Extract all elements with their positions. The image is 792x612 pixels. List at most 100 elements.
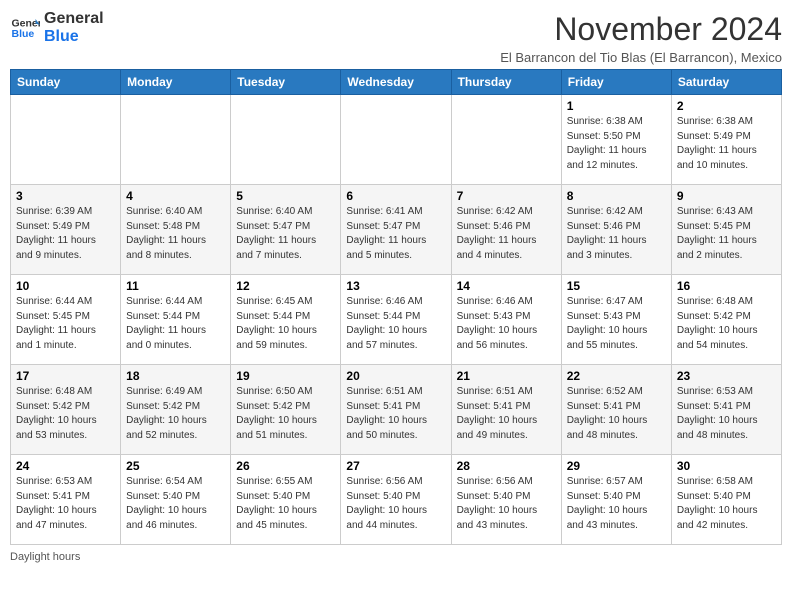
day-info: Sunrise: 6:43 AM Sunset: 5:45 PM Dayligh… xyxy=(677,205,776,263)
calendar-table: SundayMondayTuesdayWednesdayThursdayFrid… xyxy=(10,69,782,545)
day-cell: 22Sunrise: 6:52 AM Sunset: 5:41 PM Dayli… xyxy=(561,365,671,455)
week-row-4: 17 Sunrise: 6:48 AM Sunset: 5:42 PM Dayli… xyxy=(11,365,782,455)
day-number: 4 xyxy=(126,189,225,203)
week-row-3: 10Sunrise: 6:44 AM Sunset: 5:45 PM Dayli… xyxy=(11,275,782,365)
col-header-saturday: Saturday xyxy=(671,70,781,95)
day-cell: 13Sunrise: 6:46 AM Sunset: 5:44 PM Dayli… xyxy=(341,275,451,365)
day-number: 25 xyxy=(126,459,225,473)
day-cell: 15 Sunrise: 6:47 AM Sunset: 5:43 PM Dayli… xyxy=(561,275,671,365)
day-number: 6 xyxy=(346,189,445,203)
col-header-wednesday: Wednesday xyxy=(341,70,451,95)
daylight-label: Daylight hours xyxy=(10,551,80,563)
logo-icon: General Blue xyxy=(10,13,40,43)
col-header-friday: Friday xyxy=(561,70,671,95)
day-number: 22 xyxy=(567,369,666,383)
day-number: 1 xyxy=(567,99,666,113)
day-number: 30 xyxy=(677,459,776,473)
day-number: 20 xyxy=(346,369,445,383)
day-cell: 30 Sunrise: 6:58 AM Sunset: 5:40 PM Dayli… xyxy=(671,455,781,545)
calendar-body: 1 Sunrise: 6:38 AM Sunset: 5:50 PM Daylig… xyxy=(11,95,782,545)
day-info: Sunrise: 6:50 AM Sunset: 5:42 PM Dayligh… xyxy=(236,385,335,443)
day-cell xyxy=(121,95,231,185)
day-info: Sunrise: 6:54 AM Sunset: 5:40 PM Dayligh… xyxy=(126,475,225,533)
logo-general: General xyxy=(44,10,104,28)
day-number: 16 xyxy=(677,279,776,293)
day-cell: 28 Sunrise: 6:56 AM Sunset: 5:40 PM Dayli… xyxy=(451,455,561,545)
main-title: November 2024 xyxy=(500,10,782,48)
day-info: Sunrise: 6:44 AM Sunset: 5:44 PM Dayligh… xyxy=(126,295,225,353)
day-number: 24 xyxy=(16,459,115,473)
day-info: Sunrise: 6:48 AM Sunset: 5:42 PM Dayligh… xyxy=(16,385,115,443)
footer-note: Daylight hours xyxy=(10,551,782,563)
day-info: Sunrise: 6:53 AM Sunset: 5:41 PM Dayligh… xyxy=(16,475,115,533)
day-cell: 7 Sunrise: 6:42 AM Sunset: 5:46 PM Daylig… xyxy=(451,185,561,275)
day-number: 3 xyxy=(16,189,115,203)
day-cell: 16Sunrise: 6:48 AM Sunset: 5:42 PM Dayli… xyxy=(671,275,781,365)
day-cell: 2 Sunrise: 6:38 AM Sunset: 5:49 PM Daylig… xyxy=(671,95,781,185)
svg-text:Blue: Blue xyxy=(12,28,35,40)
day-info: Sunrise: 6:41 AM Sunset: 5:47 PM Dayligh… xyxy=(346,205,445,263)
day-info: Sunrise: 6:42 AM Sunset: 5:46 PM Dayligh… xyxy=(457,205,556,263)
day-cell xyxy=(11,95,121,185)
day-cell: 4Sunrise: 6:40 AM Sunset: 5:48 PM Daylig… xyxy=(121,185,231,275)
subtitle: El Barrancon del Tio Blas (El Barrancon)… xyxy=(500,50,782,65)
day-info: Sunrise: 6:38 AM Sunset: 5:50 PM Dayligh… xyxy=(567,115,666,173)
day-number: 2 xyxy=(677,99,776,113)
col-header-monday: Monday xyxy=(121,70,231,95)
day-info: Sunrise: 6:39 AM Sunset: 5:49 PM Dayligh… xyxy=(16,205,115,263)
logo-blue: Blue xyxy=(44,28,104,46)
day-info: Sunrise: 6:55 AM Sunset: 5:40 PM Dayligh… xyxy=(236,475,335,533)
day-cell: 10Sunrise: 6:44 AM Sunset: 5:45 PM Dayli… xyxy=(11,275,121,365)
week-row-5: 24 Sunrise: 6:53 AM Sunset: 5:41 PM Dayli… xyxy=(11,455,782,545)
day-number: 14 xyxy=(457,279,556,293)
day-cell: 5 Sunrise: 6:40 AM Sunset: 5:47 PM Daylig… xyxy=(231,185,341,275)
day-number: 19 xyxy=(236,369,335,383)
day-cell: 24 Sunrise: 6:53 AM Sunset: 5:41 PM Dayli… xyxy=(11,455,121,545)
day-number: 28 xyxy=(457,459,556,473)
day-number: 5 xyxy=(236,189,335,203)
day-cell: 19 Sunrise: 6:50 AM Sunset: 5:42 PM Dayli… xyxy=(231,365,341,455)
day-number: 7 xyxy=(457,189,556,203)
col-header-thursday: Thursday xyxy=(451,70,561,95)
day-number: 12 xyxy=(236,279,335,293)
day-cell: 26 Sunrise: 6:55 AM Sunset: 5:40 PM Dayli… xyxy=(231,455,341,545)
day-cell xyxy=(341,95,451,185)
day-info: Sunrise: 6:58 AM Sunset: 5:40 PM Dayligh… xyxy=(677,475,776,533)
day-info: Sunrise: 6:51 AM Sunset: 5:41 PM Dayligh… xyxy=(457,385,556,443)
day-cell: 12 Sunrise: 6:45 AM Sunset: 5:44 PM Dayli… xyxy=(231,275,341,365)
day-cell: 23Sunrise: 6:53 AM Sunset: 5:41 PM Dayli… xyxy=(671,365,781,455)
day-cell: 20 Sunrise: 6:51 AM Sunset: 5:41 PM Dayli… xyxy=(341,365,451,455)
day-info: Sunrise: 6:46 AM Sunset: 5:43 PM Dayligh… xyxy=(457,295,556,353)
day-number: 9 xyxy=(677,189,776,203)
day-cell: 25 Sunrise: 6:54 AM Sunset: 5:40 PM Dayli… xyxy=(121,455,231,545)
day-info: Sunrise: 6:56 AM Sunset: 5:40 PM Dayligh… xyxy=(346,475,445,533)
logo: General Blue General Blue xyxy=(10,10,104,45)
day-info: Sunrise: 6:38 AM Sunset: 5:49 PM Dayligh… xyxy=(677,115,776,173)
day-cell xyxy=(231,95,341,185)
day-info: Sunrise: 6:56 AM Sunset: 5:40 PM Dayligh… xyxy=(457,475,556,533)
column-header-row: SundayMondayTuesdayWednesdayThursdayFrid… xyxy=(11,70,782,95)
day-info: Sunrise: 6:45 AM Sunset: 5:44 PM Dayligh… xyxy=(236,295,335,353)
day-cell: 3 Sunrise: 6:39 AM Sunset: 5:49 PM Daylig… xyxy=(11,185,121,275)
day-info: Sunrise: 6:40 AM Sunset: 5:47 PM Dayligh… xyxy=(236,205,335,263)
day-cell: 9 Sunrise: 6:43 AM Sunset: 5:45 PM Daylig… xyxy=(671,185,781,275)
day-info: Sunrise: 6:51 AM Sunset: 5:41 PM Dayligh… xyxy=(346,385,445,443)
day-cell: 18Sunrise: 6:49 AM Sunset: 5:42 PM Dayli… xyxy=(121,365,231,455)
day-info: Sunrise: 6:57 AM Sunset: 5:40 PM Dayligh… xyxy=(567,475,666,533)
day-number: 26 xyxy=(236,459,335,473)
col-header-sunday: Sunday xyxy=(11,70,121,95)
day-number: 17 xyxy=(16,369,115,383)
day-number: 8 xyxy=(567,189,666,203)
day-number: 23 xyxy=(677,369,776,383)
day-number: 29 xyxy=(567,459,666,473)
day-number: 11 xyxy=(126,279,225,293)
day-info: Sunrise: 6:47 AM Sunset: 5:43 PM Dayligh… xyxy=(567,295,666,353)
day-cell: 27Sunrise: 6:56 AM Sunset: 5:40 PM Dayli… xyxy=(341,455,451,545)
day-number: 13 xyxy=(346,279,445,293)
day-number: 15 xyxy=(567,279,666,293)
header: General Blue General Blue November 2024 … xyxy=(10,10,782,65)
day-info: Sunrise: 6:49 AM Sunset: 5:42 PM Dayligh… xyxy=(126,385,225,443)
day-cell: 29 Sunrise: 6:57 AM Sunset: 5:40 PM Dayli… xyxy=(561,455,671,545)
day-info: Sunrise: 6:42 AM Sunset: 5:46 PM Dayligh… xyxy=(567,205,666,263)
week-row-1: 1 Sunrise: 6:38 AM Sunset: 5:50 PM Daylig… xyxy=(11,95,782,185)
